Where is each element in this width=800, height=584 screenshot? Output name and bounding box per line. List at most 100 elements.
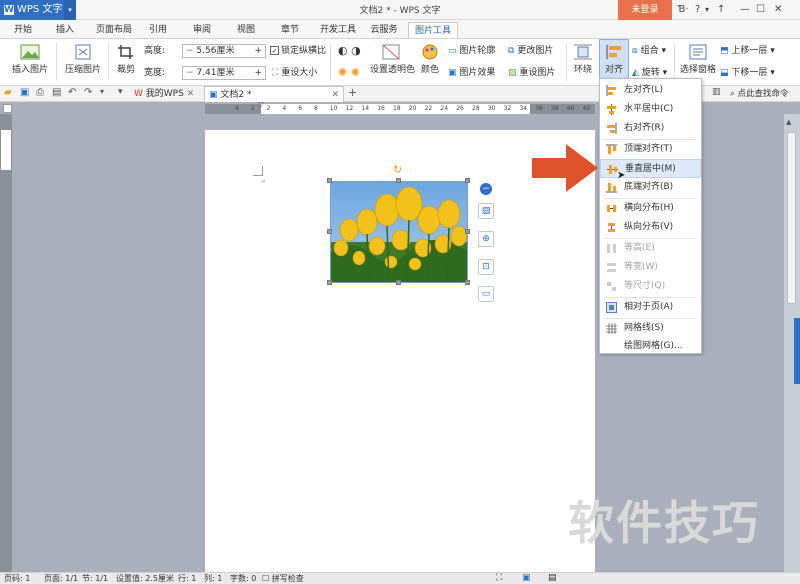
selection-pane-button[interactable]: 选择窗格	[678, 43, 718, 83]
preview-icon[interactable]: ▤	[52, 87, 61, 98]
crop-button[interactable]: 裁剪	[112, 43, 140, 83]
chevron-down-icon[interactable]: ▾	[100, 87, 104, 96]
tab-document[interactable]: ▣ 文档2 * ✕	[204, 86, 344, 102]
picture-outline-button[interactable]: ▭ 图片轮廓	[448, 45, 495, 57]
indent-marker[interactable]: ▽	[258, 101, 263, 109]
reset-size-button[interactable]: ⛶ 重设大小	[272, 67, 317, 79]
resize-handle-e[interactable]	[465, 229, 470, 234]
crop-picture-icon[interactable]: ⊡	[478, 259, 494, 275]
menu-align-top[interactable]: 顶端对齐(T)	[600, 140, 701, 159]
app-menu-button[interactable]: W WPS 文字 ▾	[0, 0, 76, 20]
save-icon[interactable]: ▣	[20, 87, 29, 98]
resize-handle-s[interactable]	[396, 280, 401, 285]
zoom-in-icon[interactable]: ⊕	[478, 231, 494, 247]
tab-reference[interactable]: 引用	[144, 22, 172, 38]
resize-handle-nw[interactable]	[327, 178, 332, 183]
menu-align-left[interactable]: 左对齐(L)	[600, 81, 701, 100]
minimize-icon[interactable]: —	[740, 3, 750, 17]
resize-handle-w[interactable]	[327, 229, 332, 234]
menu-align-bottom[interactable]: 底端对齐(B)	[600, 178, 701, 197]
scroll-thumb[interactable]	[787, 132, 796, 304]
tab-cloud[interactable]: 云服务	[366, 22, 402, 38]
menu-distribute-vertical[interactable]: 纵向分布(V)	[600, 218, 701, 237]
tulip-picture[interactable]	[330, 181, 468, 283]
open-folder-icon[interactable]: ▰	[4, 87, 12, 98]
vertical-ruler-text-area	[1, 130, 11, 170]
tab-developer[interactable]: 开发工具	[314, 22, 362, 38]
brightness-icon[interactable]: ◐ ◑	[338, 45, 361, 57]
resize-handle-se[interactable]	[465, 280, 470, 285]
chevron-down-icon[interactable]: ▾	[64, 0, 76, 20]
tab-review[interactable]: 审阅	[188, 22, 216, 38]
lock-ratio-checkbox[interactable]: ✓ 锁定纵横比	[270, 45, 326, 57]
chevron-down-icon[interactable]: ▾	[705, 3, 709, 17]
status-words[interactable]: 字数: 0	[230, 573, 256, 584]
rotate-handle-icon[interactable]: ↻	[393, 163, 402, 176]
resize-handle-ne[interactable]	[465, 178, 470, 183]
pin-icon[interactable]: ↑	[717, 3, 725, 17]
picture-effect-button[interactable]: ▣ 图片效果	[448, 67, 495, 79]
compress-label: 压缩图片	[64, 65, 101, 75]
resize-handle-n[interactable]	[396, 178, 401, 183]
status-col: 列: 1	[204, 574, 223, 583]
contrast-icon[interactable]: ✺ ✺	[338, 67, 360, 79]
search-command[interactable]: ⌕ 点此查找命令	[730, 88, 788, 100]
wrap-button[interactable]: 环绕	[570, 43, 596, 83]
resize-handle-sw[interactable]	[327, 280, 332, 285]
fullscreen-icon[interactable]: ⛶	[496, 573, 502, 584]
picture-layout-icon[interactable]: ▨	[478, 203, 494, 219]
menu-align-right[interactable]: 右对齐(R)	[600, 119, 701, 138]
layout-icon[interactable]: ▥	[712, 87, 721, 97]
scroll-up-icon[interactable]: ▲	[786, 118, 796, 128]
bring-forward-button[interactable]: ⬒ 上移一层 ▾	[720, 45, 775, 57]
login-button[interactable]: 未登录	[618, 0, 672, 20]
redo-icon[interactable]: ↷	[84, 87, 92, 98]
close-icon[interactable]: ✕	[774, 3, 782, 17]
menu-drawing-grid[interactable]: 绘图网格(G)...	[600, 337, 701, 356]
new-tab-icon[interactable]: +	[348, 86, 357, 99]
tab-stop-selector[interactable]	[3, 104, 12, 113]
menu-align-middle[interactable]: 垂直居中(M)	[600, 159, 701, 178]
color-button[interactable]: 颜色	[416, 43, 444, 83]
chevron-down-icon[interactable]: ▾	[118, 87, 123, 97]
help-icon[interactable]: ?	[695, 3, 700, 17]
side-panel-toggle[interactable]	[794, 318, 800, 384]
change-picture-button[interactable]: ⧉ 更改图片	[508, 45, 553, 57]
vertical-ruler[interactable]	[0, 114, 12, 572]
change-picture-icon: ⧉	[508, 46, 515, 56]
tab-page-layout[interactable]: 页面布局	[90, 22, 138, 38]
menu-align-center[interactable]: 水平居中(C)	[600, 100, 701, 119]
outline-icon: ▭	[448, 46, 457, 56]
print-icon[interactable]: ⎙	[36, 87, 44, 98]
tab-my-wps[interactable]: W 我的WPS ✕	[130, 86, 200, 102]
menu-gridlines[interactable]: 网格线(S)	[600, 319, 701, 338]
undo-icon[interactable]: ↶	[68, 87, 76, 98]
compress-picture-button[interactable]: 压缩图片	[62, 43, 104, 83]
collapse-icon[interactable]: −	[480, 183, 492, 195]
menu-relative-to-page[interactable]: 相对于页(A)	[600, 298, 701, 317]
send-backward-button[interactable]: ⬓ 下移一层 ▾	[720, 67, 775, 79]
insert-picture-button[interactable]: 插入图片	[8, 43, 52, 83]
compress-icon	[75, 44, 91, 60]
same-height-icon	[607, 244, 616, 253]
wps-logo-icon: W	[134, 89, 143, 99]
tab-view[interactable]: 视图	[232, 22, 260, 38]
tab-picture-tools[interactable]: 图片工具	[408, 22, 458, 38]
spell-check-button[interactable]: ☐ 拼写检查	[262, 573, 304, 584]
group-icon: ⧈	[632, 46, 638, 56]
reset-picture-button[interactable]: ▨ 重设图片	[508, 67, 555, 79]
picture-frame-icon[interactable]: ▭	[478, 286, 494, 302]
height-input[interactable]: − 5.56厘米 +	[182, 44, 266, 58]
width-input[interactable]: − 7.41厘米 +	[182, 66, 266, 80]
menu-distribute-horizontal[interactable]: 横向分布(H)	[600, 199, 701, 218]
page-view-icon[interactable]: ▣	[522, 573, 531, 584]
maximize-icon[interactable]: ☐	[756, 3, 765, 17]
tab-insert[interactable]: 插入	[50, 22, 80, 38]
wrap-label: 环绕	[573, 65, 592, 75]
group-button[interactable]: ⧈ 组合 ▾	[632, 45, 666, 57]
skin-icon[interactable]: Ɓ·	[678, 3, 689, 17]
web-view-icon[interactable]: ▤	[548, 573, 557, 584]
tab-home[interactable]: 开始	[8, 22, 38, 38]
tab-chapter[interactable]: 章节	[276, 22, 304, 38]
set-transparency-button[interactable]: 设置透明色	[370, 43, 415, 83]
